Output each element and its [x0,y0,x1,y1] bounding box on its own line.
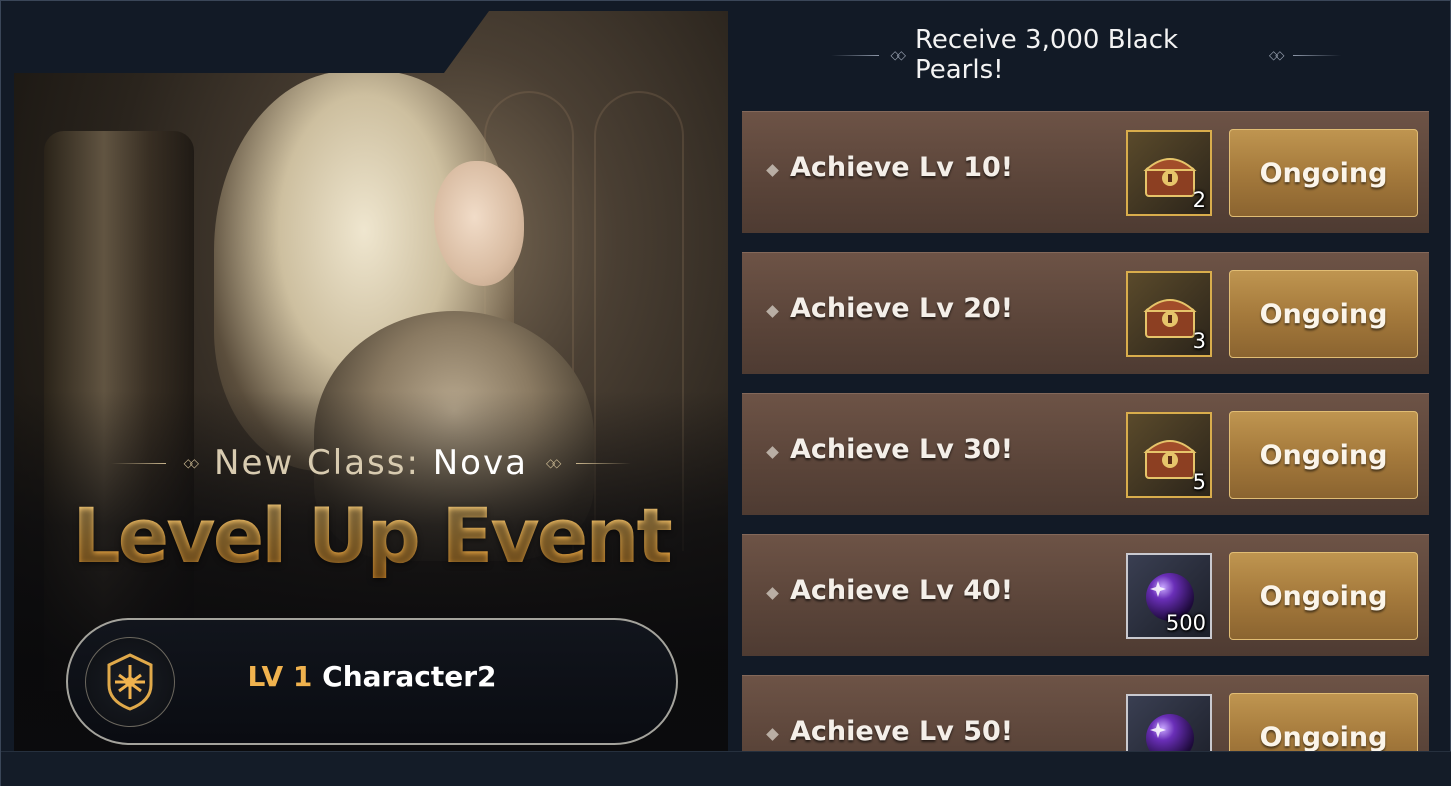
status-button[interactable]: Ongoing [1229,129,1418,217]
ornament-diamond-icon: ◇◇ [545,456,562,470]
header-line [831,54,879,56]
mission-row: Achieve Lv 20! 3 Ongoing [742,252,1429,374]
mission-label: Achieve Lv 40! [790,575,1014,606]
ornament-diamond-icon: ◇◇ [183,456,200,470]
status-button[interactable]: Ongoing [1229,552,1418,640]
class-name: Nova [432,443,528,483]
reward-slot[interactable]: 3 [1126,271,1212,357]
banner-subtitle: ◇◇ New Class: Nova ◇◇ [14,441,728,485]
character-selector[interactable]: LV 1 Character2 [66,618,678,745]
panel-header: ◇◇ Receive 3,000 Black Pearls! ◇◇ [831,25,1341,85]
black-pearl-icon [1146,714,1194,751]
reward-quantity: 2 [1192,188,1206,212]
treasure-chest-icon [1143,440,1197,479]
ornament-line [110,462,166,464]
event-window: ◇◇ New Class: Nova ◇◇ Level Up Event LV … [0,0,1451,786]
bullet-icon [766,305,779,318]
reward-quantity: 3 [1192,329,1206,353]
bullet-icon [766,164,779,177]
reward-slot[interactable]: 5 [1126,412,1212,498]
reward-quantity: 500 [1165,611,1206,635]
mission-row: Achieve Lv 50! Ongoing [742,675,1429,751]
event-title: Level Up Event [14,491,728,580]
bullet-icon [766,446,779,459]
mission-panel: ◇◇ Receive 3,000 Black Pearls! ◇◇ Achiev… [741,1,1441,786]
treasure-chest-icon [1143,158,1197,197]
reward-slot[interactable] [1126,694,1212,751]
ornament-line [576,462,632,464]
mission-row: Achieve Lv 30! 5 Ongoing [742,393,1429,515]
mission-label: Achieve Lv 10! [790,152,1014,183]
reward-quantity: 5 [1192,470,1206,494]
bullet-icon [766,728,779,741]
new-class-label: New Class: Nova [214,443,528,483]
event-banner: ◇◇ New Class: Nova ◇◇ Level Up Event LV … [14,11,728,776]
header-line [1293,54,1341,56]
reward-slot[interactable]: 500 [1126,553,1212,639]
header-diamond-icon: ◇◇ [890,48,907,62]
mission-row: Achieve Lv 40! 500 Ongoing [742,534,1429,656]
status-button[interactable]: Ongoing [1229,693,1418,751]
status-button[interactable]: Ongoing [1229,411,1418,499]
mission-row: Achieve Lv 10! 2 Ongoing [742,111,1429,233]
mission-label: Achieve Lv 20! [790,293,1014,324]
mission-label: Achieve Lv 50! [790,716,1014,747]
mission-label: Achieve Lv 30! [790,434,1014,465]
mission-list[interactable]: Achieve Lv 10! 2 Ongoing Achieve Lv 20! [742,111,1429,751]
bullet-icon [766,587,779,600]
status-button[interactable]: Ongoing [1229,270,1418,358]
character-label: LV 1 Character2 [68,660,676,693]
character-level: LV 1 [247,660,313,693]
header-diamond-icon: ◇◇ [1269,48,1285,62]
reward-slot[interactable]: 2 [1126,130,1212,216]
treasure-chest-icon [1143,299,1197,338]
panel-title: Receive 3,000 Black Pearls! [914,25,1179,85]
character-name: Character2 [322,660,497,693]
window-bottom-edge [1,751,1451,786]
